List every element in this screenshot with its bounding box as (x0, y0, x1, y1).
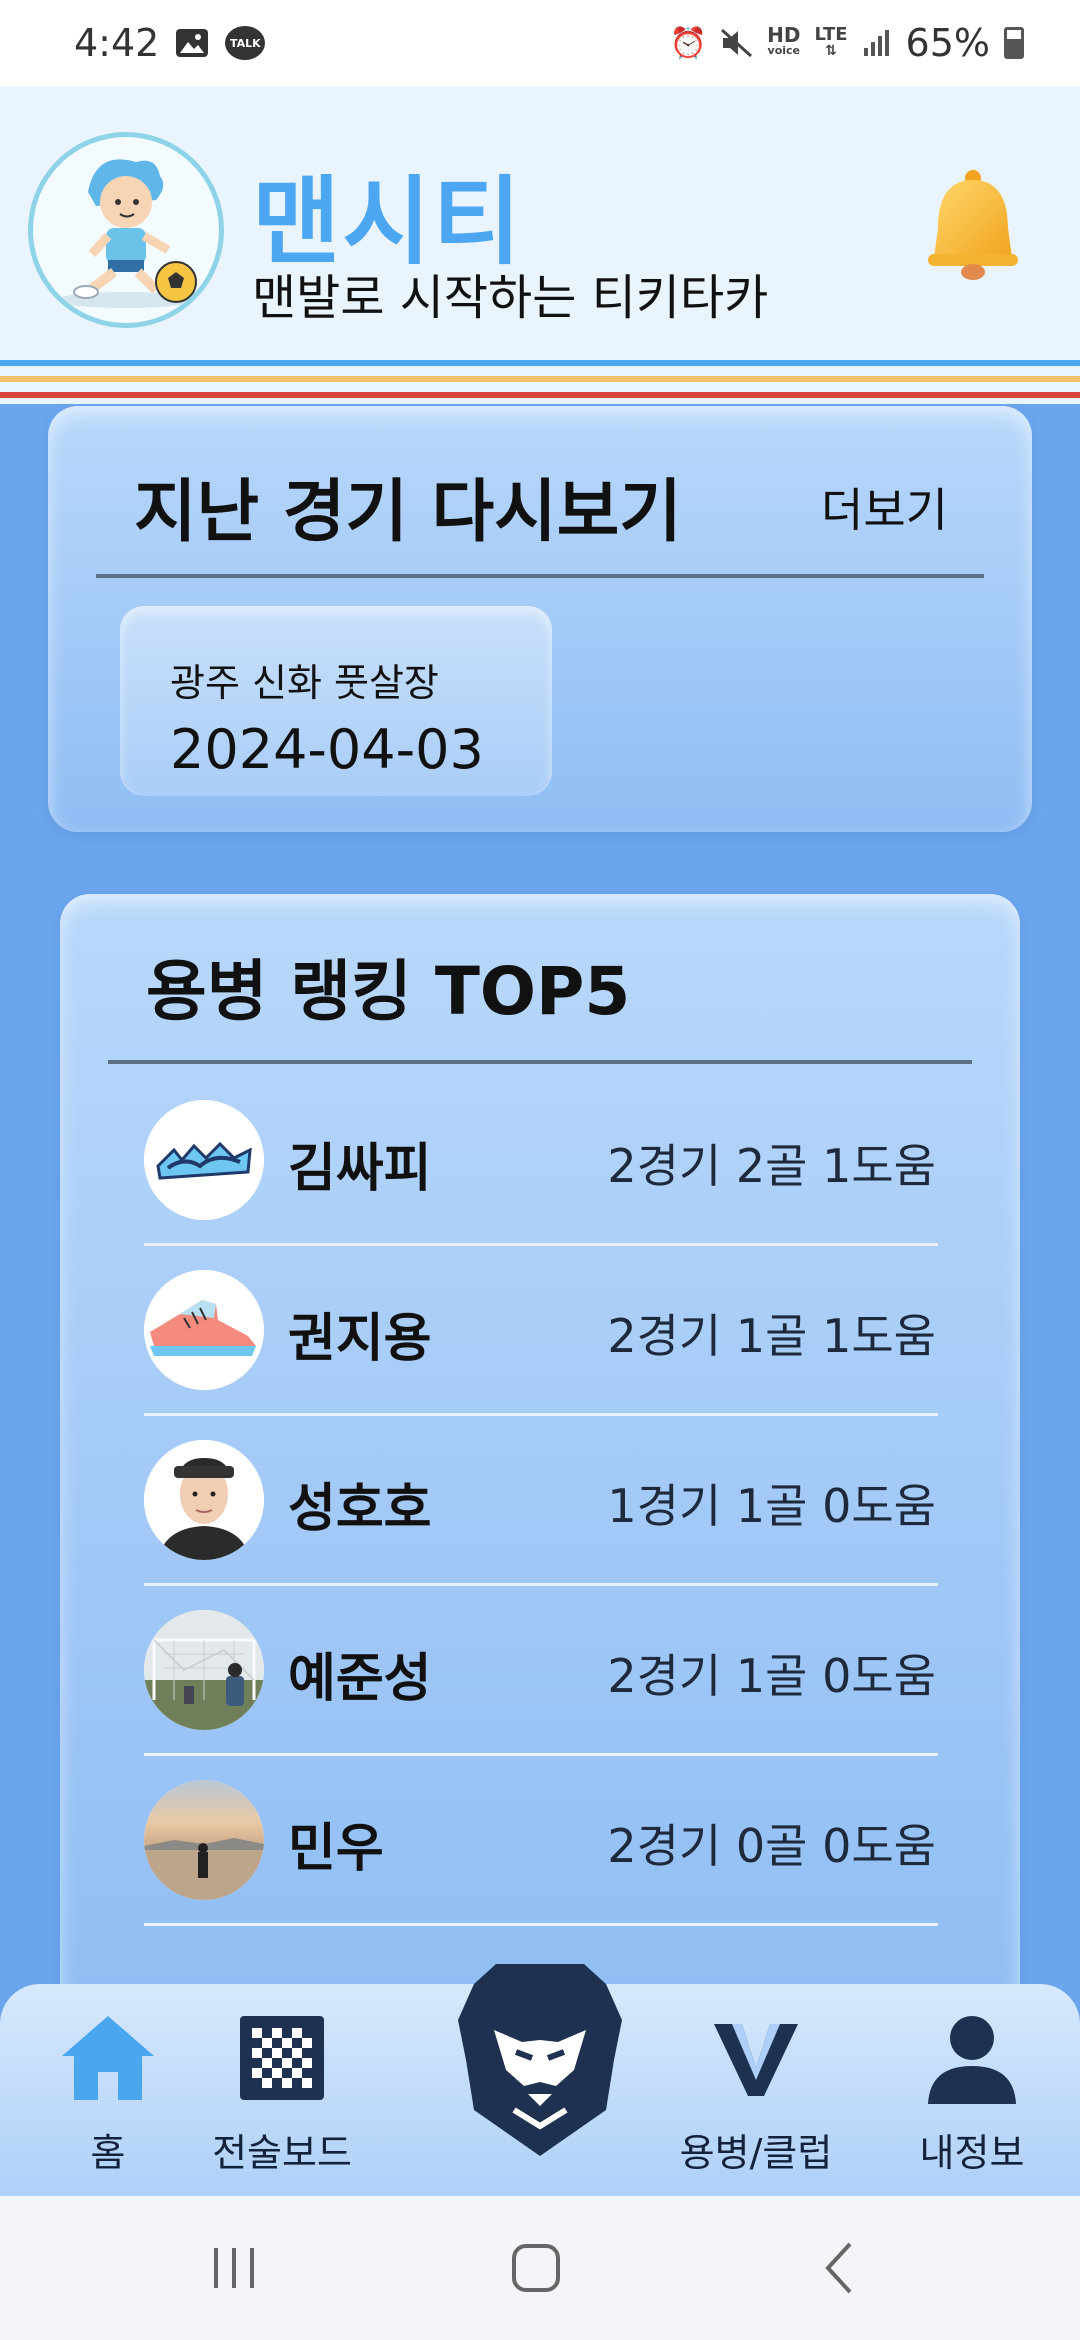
nav-tactics-board[interactable]: 전술보드 (182, 2008, 382, 2178)
avatar-portrait (144, 1440, 264, 1560)
recent-match-title: 지난 경기 다시보기 (134, 473, 682, 552)
v-icon (714, 2024, 798, 2096)
bell-icon[interactable] (918, 166, 1028, 286)
home-icon (62, 2016, 154, 2100)
nav-mercenary-club[interactable]: 용병/클럽 (656, 2008, 856, 2178)
home-button-icon[interactable] (496, 2236, 576, 2300)
player-stat: 2경기 2골 1도움 (607, 1139, 936, 1193)
player-name: 김싸피 (288, 1139, 432, 1199)
match-place: 광주 신화 풋살장 (170, 661, 439, 705)
status-time: 4:42 (74, 21, 160, 65)
nav-home[interactable]: 홈 (8, 2008, 208, 2178)
player-name: 민우 (288, 1819, 384, 1879)
mute-icon (721, 28, 753, 58)
match-tile[interactable]: 광주 신화 풋살장 2024-04-03 (120, 606, 552, 796)
stripe-yellow (0, 376, 1080, 382)
player-stat: 2경기 0골 0도움 (607, 1819, 936, 1873)
checkerboard-icon (240, 2016, 324, 2100)
system-nav (0, 2196, 1080, 2340)
sneaker-icon (144, 1270, 264, 1390)
header-stripes (0, 360, 1080, 404)
soccer-kid-logo-icon (56, 159, 197, 308)
user-icon (928, 2016, 1016, 2104)
player-name: 성호호 (288, 1479, 432, 1539)
player-stat: 1경기 1골 0도움 (607, 1479, 936, 1533)
lion-icon[interactable] (456, 1960, 624, 2158)
app-subtitle: 맨발로 시작하는 티키타카 (252, 270, 769, 326)
signal-icon (863, 30, 889, 56)
battery-percent: 65% (905, 21, 990, 65)
player-name: 예준성 (288, 1649, 432, 1709)
battery-icon (1004, 27, 1024, 59)
avatar-goal-photo (144, 1610, 264, 1730)
voice-text: voice (767, 44, 801, 57)
talk-icon-label: TALK (229, 36, 261, 50)
player-stat: 2경기 1골 0도움 (607, 1649, 936, 1703)
ranking-divider (108, 1060, 972, 1064)
sunset-photo (144, 1780, 264, 1900)
nav-mercenary-label: 용병/클럽 (679, 2131, 833, 2175)
nav-my-info[interactable]: 내정보 (872, 2008, 1072, 2178)
recent-match-card: 지난 경기 다시보기 더보기 광주 신화 풋살장 2024-04-03 (48, 406, 1032, 832)
ssafy-logo-icon (144, 1100, 264, 1220)
player-stat: 2경기 1골 1도움 (607, 1309, 936, 1363)
lte-icon: LTE ⇅ (814, 24, 848, 60)
hd-voice-icon: HD voice (767, 23, 801, 59)
ranking-row[interactable]: 예준성 2경기 1골 0도움 (144, 1586, 938, 1756)
app-logo (28, 132, 224, 328)
talk-icon: TALK (225, 26, 266, 60)
lte-text: LTE (814, 24, 848, 45)
back-icon[interactable] (800, 2236, 880, 2300)
ranking-row[interactable]: 성호호 1경기 1골 0도움 (144, 1416, 938, 1586)
status-bar: 4:42 TALK ⏰ HD voice LTE ⇅ 65% (0, 0, 1080, 86)
avatar-ssafy (144, 1100, 264, 1220)
alarm-icon: ⏰ (669, 25, 708, 61)
app-header: 맨시티 맨발로 시작하는 티키타카 (0, 86, 1080, 360)
status-left: 4:42 TALK (74, 21, 266, 65)
hd-text: HD (767, 23, 801, 47)
image-icon (176, 29, 209, 57)
nav-tactics-label: 전술보드 (212, 2131, 352, 2175)
ranking-row[interactable]: 민우 2경기 0골 0도움 (144, 1756, 938, 1926)
ranking-card: 용병 랭킹 TOP5 김싸피 2경기 2골 1도움 권지용 2경기 1골 1도움 (60, 894, 1020, 2044)
stripe-red (0, 392, 1080, 398)
nav-my-info-label: 내정보 (919, 2131, 1025, 2175)
recent-apps-icon[interactable] (194, 2236, 274, 2300)
lte-arrows-icon: ⇅ (825, 43, 837, 59)
nav-home-label: 홈 (90, 2131, 126, 2175)
ranking-row[interactable]: 김싸피 2경기 2골 1도움 (144, 1076, 938, 1246)
avatar-sunset-photo (144, 1780, 264, 1900)
ranking-row[interactable]: 권지용 2경기 1골 1도움 (144, 1246, 938, 1416)
recent-divider (96, 574, 984, 578)
match-date: 2024-04-03 (170, 718, 484, 781)
player-name: 권지용 (288, 1309, 432, 1369)
status-right: ⏰ HD voice LTE ⇅ 65% (670, 21, 1024, 65)
more-button[interactable]: 더보기 (821, 474, 948, 540)
avatar-sneaker (144, 1270, 264, 1390)
portrait-photo (144, 1440, 264, 1560)
goal-photo (144, 1610, 264, 1730)
stripe-blue (0, 360, 1080, 366)
ranking-title: 용병 랭킹 TOP5 (146, 953, 631, 1030)
